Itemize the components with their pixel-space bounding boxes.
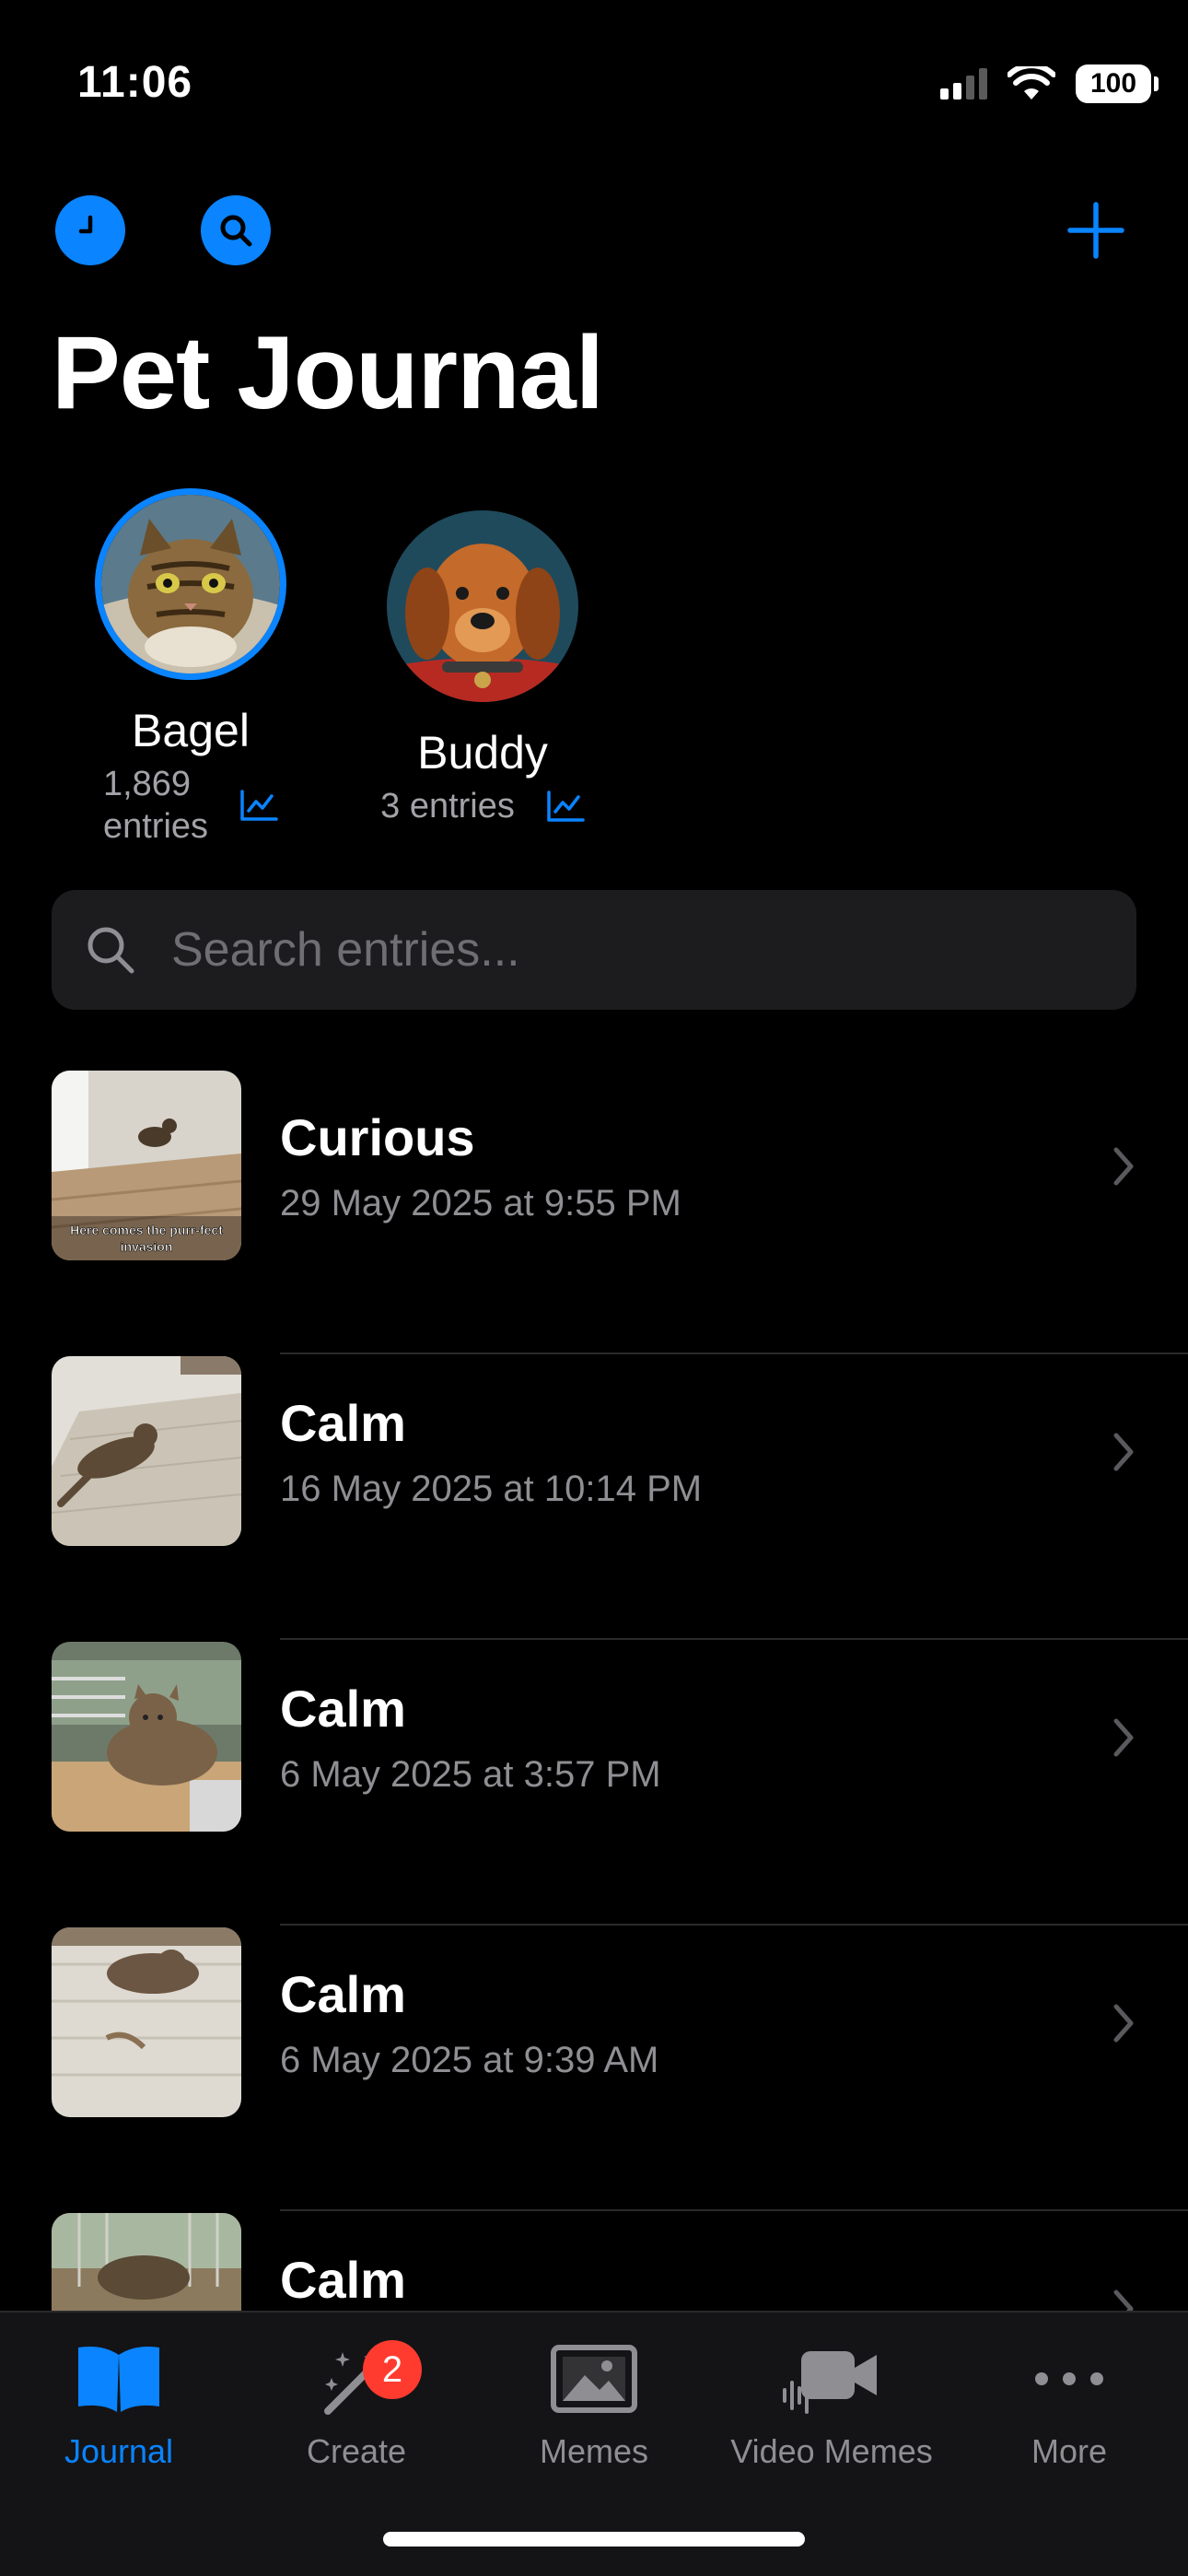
tab-label: More xyxy=(1031,2432,1108,2470)
tab-memes[interactable]: Memes xyxy=(475,2335,713,2471)
list-item[interactable]: Calm 16 May 2025 at 10:14 PM xyxy=(0,1354,1188,1640)
tab-label: Journal xyxy=(64,2432,174,2470)
plus-icon xyxy=(1067,202,1124,259)
history-button[interactable] xyxy=(55,195,125,265)
book-icon xyxy=(78,2347,159,2412)
entry-title: Calm xyxy=(280,1965,406,2023)
entry-date: 6 May 2025 at 3:57 PM xyxy=(280,1754,661,1795)
search-input[interactable] xyxy=(171,922,1092,978)
meme-caption-line-2: invasion xyxy=(121,1239,173,1254)
clock-icon xyxy=(78,215,93,234)
search-bar[interactable] xyxy=(52,890,1136,1010)
entries-list: Here comes the purr-fect invasion Curiou… xyxy=(0,1069,1188,2497)
chevron-right-icon xyxy=(1113,1147,1134,1186)
search-icon xyxy=(220,215,252,247)
pet-entries-word: entries xyxy=(102,807,209,846)
tab-journal[interactable]: Journal xyxy=(0,2335,238,2471)
home-indicator[interactable] xyxy=(383,2532,805,2547)
entry-date: 29 May 2025 at 9:55 PM xyxy=(280,1183,681,1224)
pet-entries-count: 1,869 xyxy=(102,765,192,803)
search-button[interactable] xyxy=(201,195,271,265)
cellular-signal-icon xyxy=(940,68,987,100)
tab-more[interactable]: More xyxy=(950,2335,1188,2471)
notification-badge: 2 xyxy=(363,2340,422,2399)
add-entry-button[interactable] xyxy=(1061,195,1131,265)
entry-thumbnail xyxy=(52,1356,241,1546)
page-title: Pet Journal xyxy=(52,315,604,430)
meme-caption-line-1: Here comes the purr-fect xyxy=(70,1223,223,1237)
entry-title: Calm xyxy=(280,1394,406,1452)
chevron-right-icon xyxy=(1113,2004,1134,2043)
pet-card-buddy[interactable]: Buddy 3 entries xyxy=(372,510,593,827)
list-item[interactable]: Calm 6 May 2025 at 3:57 PM xyxy=(0,1640,1188,1926)
status-time: 11:06 xyxy=(77,58,193,107)
entry-title: Calm xyxy=(280,1680,406,1738)
wifi-icon xyxy=(1007,66,1055,100)
tab-video-memes[interactable]: Video Memes xyxy=(713,2335,950,2471)
list-item[interactable]: Calm 6 May 2025 at 9:39 AM xyxy=(0,1926,1188,2211)
entry-thumbnail: Here comes the purr-fect invasion xyxy=(52,1071,241,1260)
entry-thumbnail xyxy=(52,1927,241,2117)
search-icon xyxy=(87,927,134,974)
entry-date: 6 May 2025 at 9:39 AM xyxy=(280,2040,659,2080)
pet-avatar-buddy[interactable] xyxy=(387,510,578,702)
pet-card-bagel[interactable]: Bagel 1,869 entries xyxy=(90,488,291,848)
video-camera-icon xyxy=(783,2351,877,2414)
entry-title: Calm xyxy=(280,2251,406,2309)
tab-label: Memes xyxy=(539,2432,649,2470)
screen: 11:06 100 Pet Journal Bagel 1,869 entrie… xyxy=(0,0,1188,2576)
pet-entries-label: 3 entries xyxy=(380,787,515,825)
chart-icon[interactable] xyxy=(239,789,278,822)
tab-label: Video Memes xyxy=(730,2432,933,2470)
list-item[interactable]: Here comes the purr-fect invasion Curiou… xyxy=(0,1069,1188,1354)
entry-thumbnail xyxy=(52,1642,241,1832)
pet-name: Bagel xyxy=(132,705,250,756)
pet-name: Buddy xyxy=(417,727,548,779)
chevron-right-icon xyxy=(1113,1718,1134,1757)
tab-label: Create xyxy=(306,2432,407,2470)
entry-title: Curious xyxy=(280,1108,475,1166)
pet-avatar-bagel[interactable] xyxy=(95,488,286,680)
ellipsis-icon xyxy=(1035,2372,1103,2385)
photo-icon xyxy=(551,2345,637,2413)
entry-date: 16 May 2025 at 10:14 PM xyxy=(280,1469,703,1509)
chevron-right-icon xyxy=(1113,1433,1134,1471)
status-icons: 100 xyxy=(940,64,1159,103)
tab-create[interactable]: Create 2 xyxy=(238,2335,475,2471)
battery-icon: 100 xyxy=(1076,64,1159,103)
chart-icon[interactable] xyxy=(546,790,585,823)
